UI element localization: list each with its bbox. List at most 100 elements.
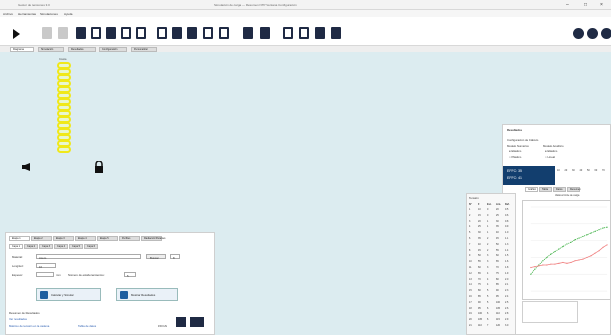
menu-item-simulaciones[interactable]: Simulaciones — [40, 12, 58, 16]
results-subtab[interactable]: Datos — [553, 187, 566, 192]
print-icon[interactable] — [106, 27, 116, 39]
capa-tab[interactable]: Capa 2 — [24, 244, 38, 249]
table-cell: 1.6 — [505, 260, 509, 264]
chart-icon[interactable] — [283, 27, 293, 39]
close-icon[interactable]: × — [600, 2, 603, 8]
chain-link[interactable] — [57, 146, 71, 153]
espesor-field[interactable] — [36, 272, 54, 277]
option-label: Elástico — [511, 149, 522, 153]
etapa-tab[interactable]: Perfiles — [119, 236, 140, 241]
play-icon[interactable] — [13, 29, 20, 39]
etapa-tab[interactable]: Radiación/Paramet. — [141, 236, 166, 241]
table-cell: 35 — [478, 237, 481, 240]
option-label: Elástico — [547, 149, 558, 153]
table-cell: 105 — [496, 306, 500, 310]
etapa-tab[interactable]: Etapa 5 — [97, 236, 118, 241]
book-icon[interactable] — [243, 27, 253, 39]
table-cell: 4 — [487, 277, 489, 281]
table-cell: 1 — [469, 208, 471, 211]
maximize-icon[interactable]: □ — [584, 2, 587, 8]
buscar-button[interactable]: Buscar — [146, 254, 166, 260]
table-cell: 14 — [469, 283, 472, 287]
results-subtab[interactable]: Gráfico — [525, 187, 538, 192]
option-elastic2-radio[interactable]: ● Elástico — [545, 149, 557, 153]
minimize-icon[interactable]: – — [566, 2, 569, 8]
data-point — [562, 245, 564, 248]
effc-line1: EFFC: 35 — [507, 169, 522, 173]
zoom-icon[interactable] — [187, 27, 197, 39]
chain-diagram[interactable] — [57, 62, 71, 153]
table-cell: 15 — [469, 289, 472, 293]
table-cell: 60 — [478, 266, 481, 269]
help-icon[interactable] — [573, 28, 584, 39]
table-cell: 18 — [469, 306, 472, 310]
buscar-label: Buscar — [150, 256, 159, 260]
capa-tab[interactable]: Capa 5 — [69, 244, 83, 249]
grid-icon[interactable] — [203, 27, 213, 39]
option-plastic-radio[interactable]: ○ Plástico — [509, 155, 521, 159]
data-point — [598, 250, 600, 252]
results-subtab[interactable]: Tabla — [539, 187, 552, 192]
export-icon[interactable] — [176, 317, 186, 327]
table-cell: 0.6 — [505, 213, 509, 217]
speaker-icon[interactable] — [22, 163, 31, 171]
add-icon[interactable] — [190, 317, 204, 327]
zoom-icon[interactable] — [172, 27, 182, 39]
calculator-icon[interactable] — [315, 27, 325, 39]
menu-item-herramientas[interactable]: Herramientas — [18, 12, 36, 16]
document-icon[interactable] — [136, 27, 146, 39]
copy-icon[interactable] — [157, 27, 167, 39]
folder-icon[interactable] — [260, 27, 270, 39]
save-icon[interactable] — [331, 27, 341, 39]
data-point — [534, 268, 536, 270]
material-field[interactable]: Acero — [36, 254, 141, 260]
results-icon — [120, 291, 128, 299]
numero-stepper[interactable]: 5 — [124, 272, 136, 278]
show-results-button[interactable]: Mostrar Resultados — [116, 288, 178, 301]
max-tension-link[interactable]: Máximo de tensión en la cadena — [9, 324, 49, 328]
info-icon[interactable] — [587, 28, 598, 39]
document-icon[interactable] — [121, 27, 131, 39]
material-label: Material: — [12, 255, 23, 259]
grid-icon[interactable] — [219, 27, 229, 39]
data-table-link[interactable]: Tabla de datos — [78, 324, 96, 328]
menu-item-archivo[interactable]: Archivo — [3, 12, 13, 16]
capa-tab[interactable]: Capa 1 — [9, 244, 23, 249]
etapa-tab[interactable]: Etapa 4 — [75, 236, 96, 241]
table-icon[interactable] — [299, 27, 309, 39]
etapa-tab[interactable]: Etapa 3 — [53, 236, 74, 241]
data-table-panel: Tensión Nº F Est. Lím. Def. 1 10 0 20 0.5 2 15 0 25 0.… — [466, 193, 516, 335]
lock-icon[interactable] — [94, 161, 104, 173]
number-value: 8 — [173, 256, 175, 260]
table-cell: 1.1 — [505, 237, 509, 240]
etapa-tab[interactable]: Etapa 2 — [31, 236, 52, 241]
option-elastic-radio[interactable]: ● Elástico — [509, 149, 521, 153]
table-cell: 2 — [487, 242, 489, 246]
table-cell: 50 — [496, 242, 499, 246]
table-cell: 6 — [487, 306, 489, 310]
table-header: Est. — [487, 203, 492, 206]
number-field[interactable]: 8 — [170, 254, 180, 260]
capa-tab[interactable]: Capa 6 — [84, 244, 98, 249]
settings-icon[interactable] — [601, 28, 611, 39]
results-subtab[interactable]: Resumen — [567, 187, 581, 192]
table-cell: 2.3 — [505, 289, 509, 293]
row-value: 30 — [572, 169, 575, 172]
numero-label: Número de eslabonamientos: — [68, 273, 105, 277]
capa-tab[interactable]: Capa 4 — [54, 244, 68, 249]
option-linear-radio[interactable]: ○ Lineal — [545, 155, 555, 159]
etapa-tab[interactable]: Etapa 1 — [9, 236, 30, 241]
calculate-button[interactable]: Calcular y Simular — [36, 288, 101, 301]
view-results-link[interactable]: Ver resultados — [9, 317, 27, 321]
title-bar: Gestor de tensiones 3.0 Simulación de ca… — [0, 0, 611, 10]
brush-icon[interactable] — [76, 27, 86, 39]
longitud-value: 10 — [39, 265, 43, 269]
menu-item-ayuda[interactable]: Ayuda — [64, 12, 72, 16]
calculate-label: Calcular y Simular — [51, 293, 74, 297]
longitud-label: Longitud: — [12, 264, 24, 268]
refresh-icon[interactable] — [91, 27, 101, 39]
capa-tab[interactable]: Capa 3 — [39, 244, 53, 249]
table-cell: 0 — [487, 213, 489, 217]
table-cell: 65 — [478, 271, 481, 275]
longitud-field[interactable]: 10 — [36, 263, 56, 269]
